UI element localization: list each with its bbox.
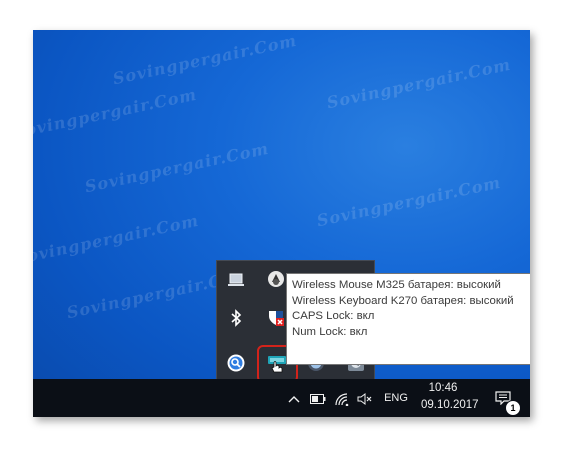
magnifier-app-icon[interactable]: [225, 352, 247, 374]
wifi-icon[interactable]: [333, 390, 351, 408]
mouse-device-icon[interactable]: [265, 268, 287, 290]
volume-muted-icon[interactable]: [356, 390, 374, 408]
language-indicator[interactable]: ENG: [381, 389, 411, 407]
bluetooth-icon[interactable]: [225, 307, 247, 329]
clock-time: 10:46: [428, 382, 458, 394]
clock-date: 09.10.2017: [421, 399, 479, 411]
watermark: Sovingpergair.Com: [33, 210, 201, 269]
battery-icon[interactable]: [309, 391, 327, 407]
tooltip-num-lock: Num Lock: вкл: [292, 325, 368, 338]
desktop[interactable]: Sovingpergair.Com Sovingpergair.Com Sovi…: [33, 30, 530, 417]
watermark: Sovingpergair.Com: [33, 84, 199, 143]
windows-defender-icon[interactable]: [265, 307, 287, 329]
watermark: Sovingpergair.Com: [111, 30, 299, 89]
watermark: Sovingpergair.Com: [315, 172, 503, 231]
tooltip-mouse-battery: Wireless Mouse M325 батарея: высокий: [292, 279, 501, 291]
watermark: Sovingpergair.Com: [325, 54, 513, 113]
taskbar: ENG 10:46 09.10.2017 1: [33, 379, 530, 417]
tooltip-keyboard-battery: Wireless Keyboard K270 батарея: высокий: [292, 294, 514, 307]
watermark: Sovingpergair.Com: [83, 138, 271, 197]
notification-count-badge: 1: [505, 400, 521, 416]
tooltip-caps-lock: CAPS Lock: вкл: [292, 310, 375, 323]
logitech-unifying-icon[interactable]: [266, 353, 288, 375]
laptop-icon[interactable]: [225, 269, 247, 291]
taskbar-clock[interactable]: 10:46 09.10.2017: [421, 380, 479, 414]
battery-status-tooltip: Wireless Mouse M325 батарея: высокий Wir…: [286, 273, 530, 365]
chevron-up-icon[interactable]: [286, 391, 302, 407]
